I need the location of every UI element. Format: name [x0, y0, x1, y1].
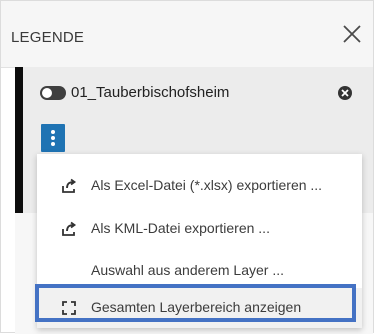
- menu-item-label: Auswahl aus anderem Layer ...: [91, 262, 284, 278]
- toggle-knob: [42, 88, 52, 98]
- layer-menu-button[interactable]: [41, 124, 65, 152]
- menu-item-export-excel[interactable]: Als Excel-Datei (*.xlsx) exportieren ...: [37, 166, 362, 206]
- menu-item-label: Als KML-Datei exportieren ...: [91, 220, 270, 236]
- close-icon[interactable]: [341, 23, 363, 45]
- menu-item-zoom-to-layer-extent[interactable]: Gesamten Layerbereich anzeigen: [37, 288, 362, 328]
- kebab-dot: [51, 136, 55, 140]
- layer-name: 01_Tauberbischofsheim: [71, 84, 230, 101]
- legend-panel: LEGENDE 01_Tauberbischofsheim Als Excel-…: [0, 0, 374, 334]
- export-icon: [61, 221, 77, 237]
- layer-visibility-toggle[interactable]: [40, 86, 66, 100]
- menu-item-export-kml[interactable]: Als KML-Datei exportieren ...: [37, 209, 362, 249]
- menu-item-label: Gesamten Layerbereich anzeigen: [91, 299, 302, 315]
- kebab-menu-icon: [51, 130, 55, 134]
- kebab-dot: [51, 142, 55, 146]
- zoom-extent-icon: [61, 300, 77, 316]
- legend-title: LEGENDE: [11, 29, 85, 46]
- export-icon: [61, 178, 77, 194]
- menu-item-label: Als Excel-Datei (*.xlsx) exportieren ...: [91, 177, 323, 193]
- remove-layer-icon[interactable]: [337, 85, 353, 101]
- layer-context-menu: Als Excel-Datei (*.xlsx) exportieren ...…: [37, 154, 362, 328]
- layer-active-indicator: [15, 67, 23, 213]
- menu-item-select-from-layer[interactable]: Auswahl aus anderem Layer ...: [37, 251, 362, 291]
- legend-header: LEGENDE: [1, 1, 373, 68]
